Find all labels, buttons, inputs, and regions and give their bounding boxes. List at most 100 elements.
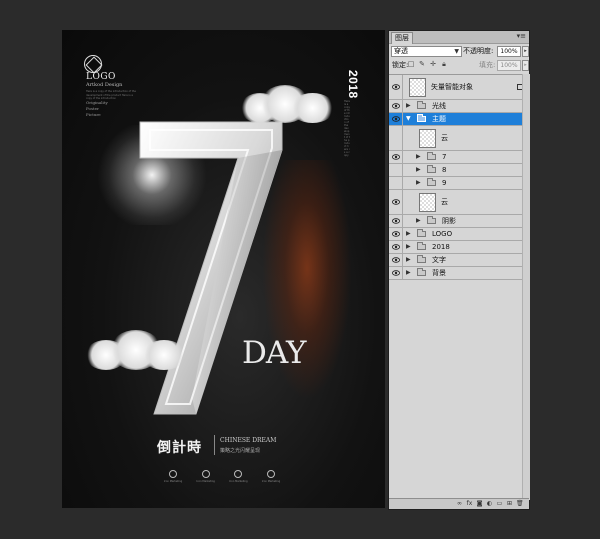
visibility-toggle[interactable] — [389, 113, 403, 125]
title-divider — [214, 435, 215, 455]
layer-name: 8 — [442, 166, 447, 174]
layer-row[interactable]: ▶ LOGO — [389, 228, 529, 241]
circle-icon — [266, 470, 275, 478]
group-icon[interactable]: ▭ — [496, 499, 503, 509]
feature-icon-2: Icon Marketing — [195, 470, 217, 483]
chevron-right-icon[interactable]: ▶ — [406, 256, 411, 263]
blend-mode-select[interactable]: 穿透 ▼ — [391, 46, 462, 57]
chevron-right-icon[interactable]: ▶ — [406, 102, 411, 109]
circle-icon — [201, 470, 210, 478]
layer-name: 光线 — [432, 102, 446, 110]
layer-content: 矢量智能对象 — [404, 75, 529, 99]
tab-layers[interactable]: 图层 — [391, 32, 413, 44]
visibility-toggle[interactable] — [389, 177, 403, 189]
eye-icon — [392, 84, 400, 90]
lock-transparent-icon[interactable]: □ — [407, 60, 415, 69]
lock-move-icon[interactable]: ✛ — [429, 60, 437, 69]
chevron-right-icon[interactable]: ▶ — [406, 243, 411, 250]
layer-list: 矢量智能对象 ▶ 光线 ▼ 主题云 ▶ 7 ▶ 8 ▶ 9 云 ▶ 阴影 ▶ LOGO ▶ 2018 ▶ 文字 ▶ 背景 — [389, 74, 529, 500]
eye-icon — [392, 103, 400, 109]
chevron-right-icon[interactable]: ▶ — [416, 153, 421, 160]
folder-icon — [417, 114, 426, 122]
tag-list: Originality Poster Picture — [86, 100, 108, 118]
chevron-right-icon[interactable]: ▶ — [416, 166, 421, 173]
layer-row[interactable]: ▶ 文字 — [389, 254, 529, 267]
blend-row: 穿透 ▼ 不透明度: 100% ▸ — [389, 44, 529, 58]
layer-row[interactable]: ▶ 9 — [389, 177, 529, 190]
number-seven-graphic — [139, 121, 283, 415]
cloud-bottom — [80, 328, 190, 373]
document-canvas[interactable]: LOGO Artkod Design Here is a copy of the… — [62, 30, 385, 508]
visibility-toggle[interactable] — [389, 254, 403, 266]
chevron-right-icon[interactable]: ▶ — [416, 217, 421, 224]
layer-row[interactable]: 云 — [389, 190, 529, 215]
folder-icon — [427, 216, 436, 224]
eye-icon — [392, 199, 400, 205]
chevron-right-icon[interactable]: ▶ — [416, 179, 421, 186]
english-subtitle: CHINESE DREAM — [220, 437, 277, 444]
eye-icon — [392, 218, 400, 224]
visibility-toggle[interactable] — [389, 75, 403, 99]
fx-icon[interactable]: fx — [466, 499, 473, 509]
logo-subtitle: Artkod Design — [86, 82, 123, 88]
tag-item: Picture — [86, 112, 101, 117]
folder-icon — [427, 178, 436, 186]
layer-row[interactable]: 云 — [389, 126, 529, 151]
layer-name: 矢量智能对象 — [431, 83, 473, 91]
layer-row[interactable]: ▶ 2018 — [389, 241, 529, 254]
visibility-toggle[interactable] — [389, 241, 403, 253]
opacity-slider-button[interactable]: ▸ — [522, 46, 529, 57]
layer-row[interactable]: ▶ 背景 — [389, 267, 529, 280]
layer-name: 文字 — [432, 256, 446, 264]
visibility-toggle[interactable] — [389, 228, 403, 240]
fill-label: 填充: — [479, 61, 496, 69]
visibility-toggle[interactable] — [389, 100, 403, 112]
folder-icon — [417, 101, 426, 109]
lock-label: 锁定: — [392, 61, 409, 69]
visibility-toggle[interactable] — [389, 126, 403, 150]
day-label: DAY — [242, 335, 306, 371]
logo-emblem-icon — [84, 55, 102, 73]
chevron-down-icon[interactable]: ▼ — [406, 115, 411, 122]
folder-icon — [417, 229, 426, 237]
fill-slider-button[interactable]: ▸ — [522, 60, 529, 71]
layer-name: 背景 — [432, 269, 446, 277]
lock-all-icon[interactable]: 🔒︎ — [440, 60, 448, 69]
layer-content: ▶ 文字 — [404, 254, 529, 266]
layer-row[interactable]: ▶ 阴影 — [389, 215, 529, 228]
layer-content: ▶ 光线 — [404, 100, 529, 112]
layer-row[interactable]: ▶ 7 — [389, 151, 529, 164]
panel-footer: ∞ fx ◙ ◐ ▭ ⊞ 🗑︎ — [389, 498, 529, 509]
layer-row[interactable]: ▼ 主题 — [389, 113, 529, 126]
layer-row[interactable]: 矢量智能对象 — [389, 75, 529, 100]
layer-thumbnail — [419, 193, 436, 212]
opacity-input[interactable]: 100% — [497, 46, 521, 57]
panel-menu-icon[interactable]: ▾≡ — [517, 32, 526, 40]
trash-icon[interactable]: 🗑︎ — [516, 499, 524, 509]
chevron-right-icon[interactable]: ▶ — [406, 230, 411, 237]
mask-icon[interactable]: ◙ — [476, 499, 483, 509]
folder-icon — [427, 152, 436, 160]
fill-input[interactable]: 100% — [497, 60, 521, 71]
feature-icons: Icon Marketing Icon Marketing Icon Marke… — [162, 470, 282, 483]
layer-list-scrollbar[interactable] — [522, 74, 530, 500]
folder-icon — [427, 165, 436, 173]
layer-content: ▶ 9 — [404, 177, 529, 189]
layer-thumbnail — [419, 129, 436, 148]
layer-row[interactable]: ▶ 8 — [389, 164, 529, 177]
layer-thumbnail — [409, 78, 426, 97]
opacity-label: 不透明度: — [463, 47, 494, 55]
layer-name: LOGO — [432, 230, 453, 238]
visibility-toggle[interactable] — [389, 151, 403, 163]
visibility-toggle[interactable] — [389, 267, 403, 279]
adjustment-icon[interactable]: ◐ — [486, 499, 493, 509]
lock-paint-icon[interactable]: ✎ — [418, 60, 426, 69]
layer-row[interactable]: ▶ 光线 — [389, 100, 529, 113]
visibility-toggle[interactable] — [389, 164, 403, 176]
link-icon[interactable]: ∞ — [456, 499, 463, 509]
visibility-toggle[interactable] — [389, 215, 403, 227]
visibility-toggle[interactable] — [389, 190, 403, 214]
new-layer-icon[interactable]: ⊞ — [506, 499, 513, 509]
chevron-right-icon[interactable]: ▶ — [406, 269, 411, 276]
chevron-down-icon: ▼ — [454, 48, 459, 55]
